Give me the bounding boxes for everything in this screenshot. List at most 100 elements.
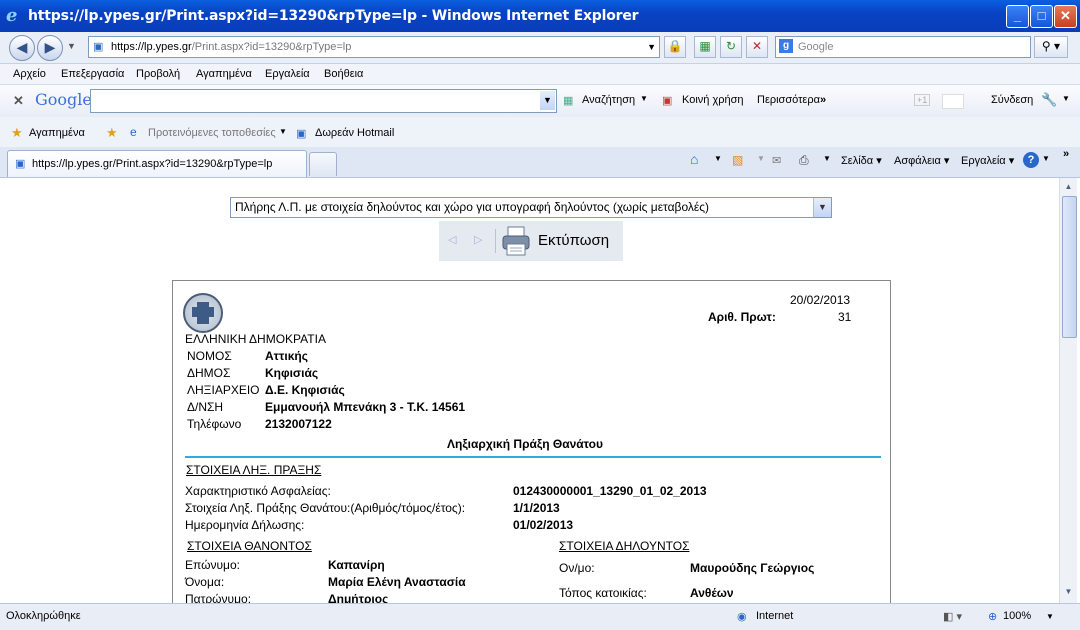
section-deceased-heading: ΣΤΟΙΧΕΙΑ ΘΑΝΟΝΤΟΣ [187, 539, 312, 553]
header-label: ΔΗΜΟΣ [187, 366, 231, 380]
wrench-dropdown-icon[interactable]: ▼ [1062, 94, 1070, 103]
google-search-icon: ▦ [563, 95, 574, 107]
favorites-button[interactable]: Αγαπημένα [29, 127, 85, 139]
act-label: Στοιχεία Ληξ. Πράξης Θανάτου:(Αριθμός/τό… [185, 501, 466, 515]
refresh-icon[interactable]: ↻ [720, 36, 742, 58]
print-icon[interactable]: ⎙ [799, 153, 809, 168]
greek-emblem-icon [183, 293, 223, 333]
act-title: Ληξιαρχική Πράξη Θανάτου [447, 437, 603, 451]
header-label: Δ/ΝΣΗ [187, 400, 224, 414]
declarant-label: Ον/μο: [559, 561, 595, 575]
select-dropdown-icon[interactable]: ▼ [813, 198, 831, 217]
home-dropdown-icon[interactable]: ▼ [714, 154, 722, 163]
protocol-value: 31 [838, 310, 852, 324]
stop-icon[interactable]: ✕ [746, 36, 768, 58]
add-favorite-icon[interactable]: ★ [106, 125, 118, 141]
header-label: ΝΟΜΟΣ [187, 349, 232, 363]
close-button[interactable]: ✕ [1054, 5, 1077, 28]
share-icon: ▣ [662, 95, 673, 107]
feeds-dropdown-icon[interactable]: ▼ [757, 154, 765, 163]
help-icon[interactable]: ? [1023, 152, 1039, 168]
prev-page-icon[interactable]: ◁ [448, 233, 456, 246]
header-value: 2132007122 [265, 417, 332, 431]
deceased-value: Δημήτριος [328, 592, 389, 603]
signin-link[interactable]: Σύνδεση [991, 94, 1033, 106]
forward-button[interactable]: ▶ [37, 35, 63, 61]
new-tab-button[interactable] [309, 152, 337, 176]
home-icon[interactable]: ⌂ [690, 151, 698, 167]
deceased-label: Όνομα: [185, 575, 225, 589]
back-button[interactable]: ◀ [9, 35, 35, 61]
republic-heading: ΕΛΛΗΝΙΚΗ ΔΗΜΟΚΡΑΤΙΑ [185, 332, 326, 346]
scroll-up-icon[interactable]: ▲ [1062, 180, 1075, 194]
google-dropdown-icon[interactable]: ▼ [540, 91, 555, 110]
search-input[interactable]: g Google [775, 36, 1031, 58]
deceased-label: Επώνυμο: [185, 558, 240, 572]
wrench-icon[interactable]: 🔧 [1041, 92, 1057, 108]
help-dropdown-icon[interactable]: ▼ [1042, 154, 1050, 163]
title-divider [185, 456, 881, 458]
menu-file[interactable]: Αρχείο [13, 68, 46, 80]
url-field[interactable]: ▣ https://lp.ypes.gr/Print.aspx?id=13290… [88, 36, 660, 58]
maximize-button[interactable]: □ [1030, 5, 1053, 28]
tab-page-icon: ▣ [15, 158, 26, 170]
vertical-scrollbar[interactable]: ▲ ▼ [1059, 178, 1077, 603]
zoom-dropdown-icon[interactable]: ▼ [1046, 612, 1054, 621]
favorites-bar: ★ Αγαπημένα ★ e Προτεινόμενες τοποθεσίες… [0, 117, 1080, 147]
page-icon: ▣ [93, 41, 104, 53]
google-search-dropdown-icon[interactable]: ▼ [640, 94, 648, 103]
close-toolbar-icon[interactable]: ✕ [13, 93, 24, 109]
page-menu[interactable]: Σελίδα ▾ [841, 154, 882, 167]
tab-current[interactable]: ▣ https://lp.ypes.gr/Print.aspx?id=13290… [7, 150, 307, 177]
zone-label: Internet [756, 610, 794, 622]
suggested-dropdown-icon[interactable]: ▼ [279, 127, 287, 136]
scroll-down-icon[interactable]: ▼ [1062, 585, 1075, 599]
scroll-thumb[interactable] [1062, 196, 1077, 338]
menu-help[interactable]: Βοήθεια [324, 68, 363, 80]
section-act-heading: ΣΤΟΙΧΕΙΑ ΛΗΞ. ΠΡΑΞΗΣ [186, 463, 322, 477]
zoom-icon: ⊕ [988, 611, 998, 623]
report-type-select[interactable]: Πλήρης Λ.Π. με στοιχεία δηλούντος και χώ… [230, 197, 832, 218]
print-dropdown-icon[interactable]: ▼ [823, 154, 831, 163]
zoom-level[interactable]: 100% [1003, 610, 1031, 622]
next-page-icon[interactable]: ▷ [474, 233, 482, 246]
safety-menu[interactable]: Ασφάλεια ▾ [894, 154, 949, 167]
more-button[interactable]: Περισσότερα [757, 94, 820, 106]
mail-icon[interactable]: ✉ [772, 154, 781, 167]
plus-one-counter [942, 94, 964, 109]
minimize-button[interactable]: _ [1006, 5, 1029, 28]
google-search-input[interactable]: ▼ [90, 89, 557, 113]
doc-date: 20/02/2013 [790, 293, 851, 307]
menu-edit[interactable]: Επεξεργασία [61, 68, 124, 80]
globe-icon: ◉ [737, 611, 747, 623]
menu-tools[interactable]: Εργαλεία [265, 68, 310, 80]
menu-view[interactable]: Προβολή [136, 68, 180, 80]
suggested-sites-link[interactable]: Προτεινόμενες τοποθεσίες [148, 127, 276, 139]
google-search-button[interactable]: Αναζήτηση [582, 94, 635, 106]
lock-icon[interactable]: 🔒 [664, 36, 686, 58]
google-icon: g [779, 39, 793, 53]
tools-menu[interactable]: Εργαλεία ▾ [961, 154, 1014, 167]
act-label: Χαρακτηριστικό Ασφαλείας: [185, 484, 331, 498]
deceased-label: Πατρώνυμο: [185, 592, 252, 603]
compat-view-icon[interactable]: ▦ [694, 36, 716, 58]
printer-icon[interactable] [502, 226, 530, 256]
feeds-icon[interactable]: ▧ [732, 153, 743, 167]
plus-one-button[interactable]: +1 [914, 94, 931, 106]
title-bar: e https://lp.ypes.gr/Print.aspx?id=13290… [0, 0, 1080, 32]
search-placeholder: Google [798, 41, 834, 53]
deceased-value: Καπανίρη [328, 558, 385, 572]
url-dropdown-icon[interactable]: ▼ [647, 37, 656, 57]
tab-label: https://lp.ypes.gr/Print.aspx?id=13290&r… [32, 158, 273, 170]
menu-favorites[interactable]: Αγαπημένα [196, 68, 252, 80]
share-button[interactable]: Κοινή χρήση [682, 94, 744, 106]
hotmail-link[interactable]: Δωρεάν Hotmail [315, 127, 394, 139]
hotmail-page-icon: ▣ [296, 128, 307, 140]
deceased-value: Μαρία Ελένη Αναστασία [328, 575, 466, 589]
recent-pages-icon[interactable]: ▼ [67, 41, 76, 51]
overflow-chevron-icon[interactable]: » [1063, 148, 1069, 160]
search-button[interactable]: ⚲ ▾ [1034, 36, 1068, 58]
protected-mode-icon[interactable]: ◧ ▾ [943, 610, 962, 623]
print-button[interactable]: Εκτύπωση [538, 232, 609, 249]
declarant-value: Ανθέων [690, 586, 734, 600]
